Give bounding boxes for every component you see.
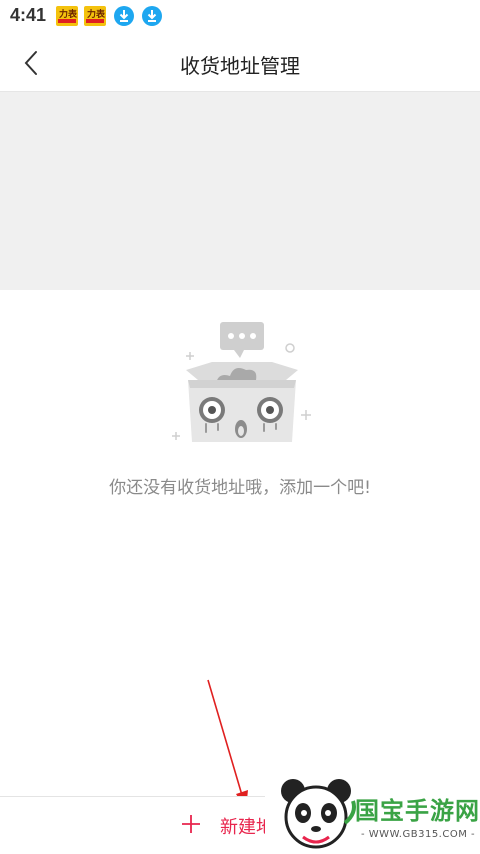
page-title: 收货地址管理 bbox=[180, 54, 300, 78]
empty-state-message: 你还没有收货地址哦，添加一个吧! bbox=[109, 478, 371, 498]
watermark-url: - WWW.GB315.COM - bbox=[361, 829, 476, 840]
plus-icon bbox=[182, 815, 200, 833]
news-app-icon: 力表 bbox=[56, 6, 78, 26]
pointer-arrow-icon bbox=[207, 679, 248, 810]
status-time: 4:41 bbox=[10, 5, 47, 25]
badge-text: 力表 bbox=[59, 10, 78, 20]
download-icon bbox=[142, 6, 162, 26]
nav-bar: 收货地址管理 bbox=[0, 34, 480, 91]
panda-logo-icon bbox=[281, 779, 356, 849]
empty-box-icon bbox=[172, 322, 311, 442]
watermark: 国宝手游网 - WWW.GB315.COM - bbox=[265, 773, 480, 853]
watermark-text: 国宝手游网 bbox=[355, 797, 480, 825]
banner-placeholder bbox=[0, 91, 480, 290]
download-icon bbox=[114, 6, 134, 26]
status-bar: 4:41 力表 力表 bbox=[0, 0, 480, 34]
news-app-icon: 力表 bbox=[84, 6, 106, 26]
badge-text: 力表 bbox=[87, 10, 106, 20]
